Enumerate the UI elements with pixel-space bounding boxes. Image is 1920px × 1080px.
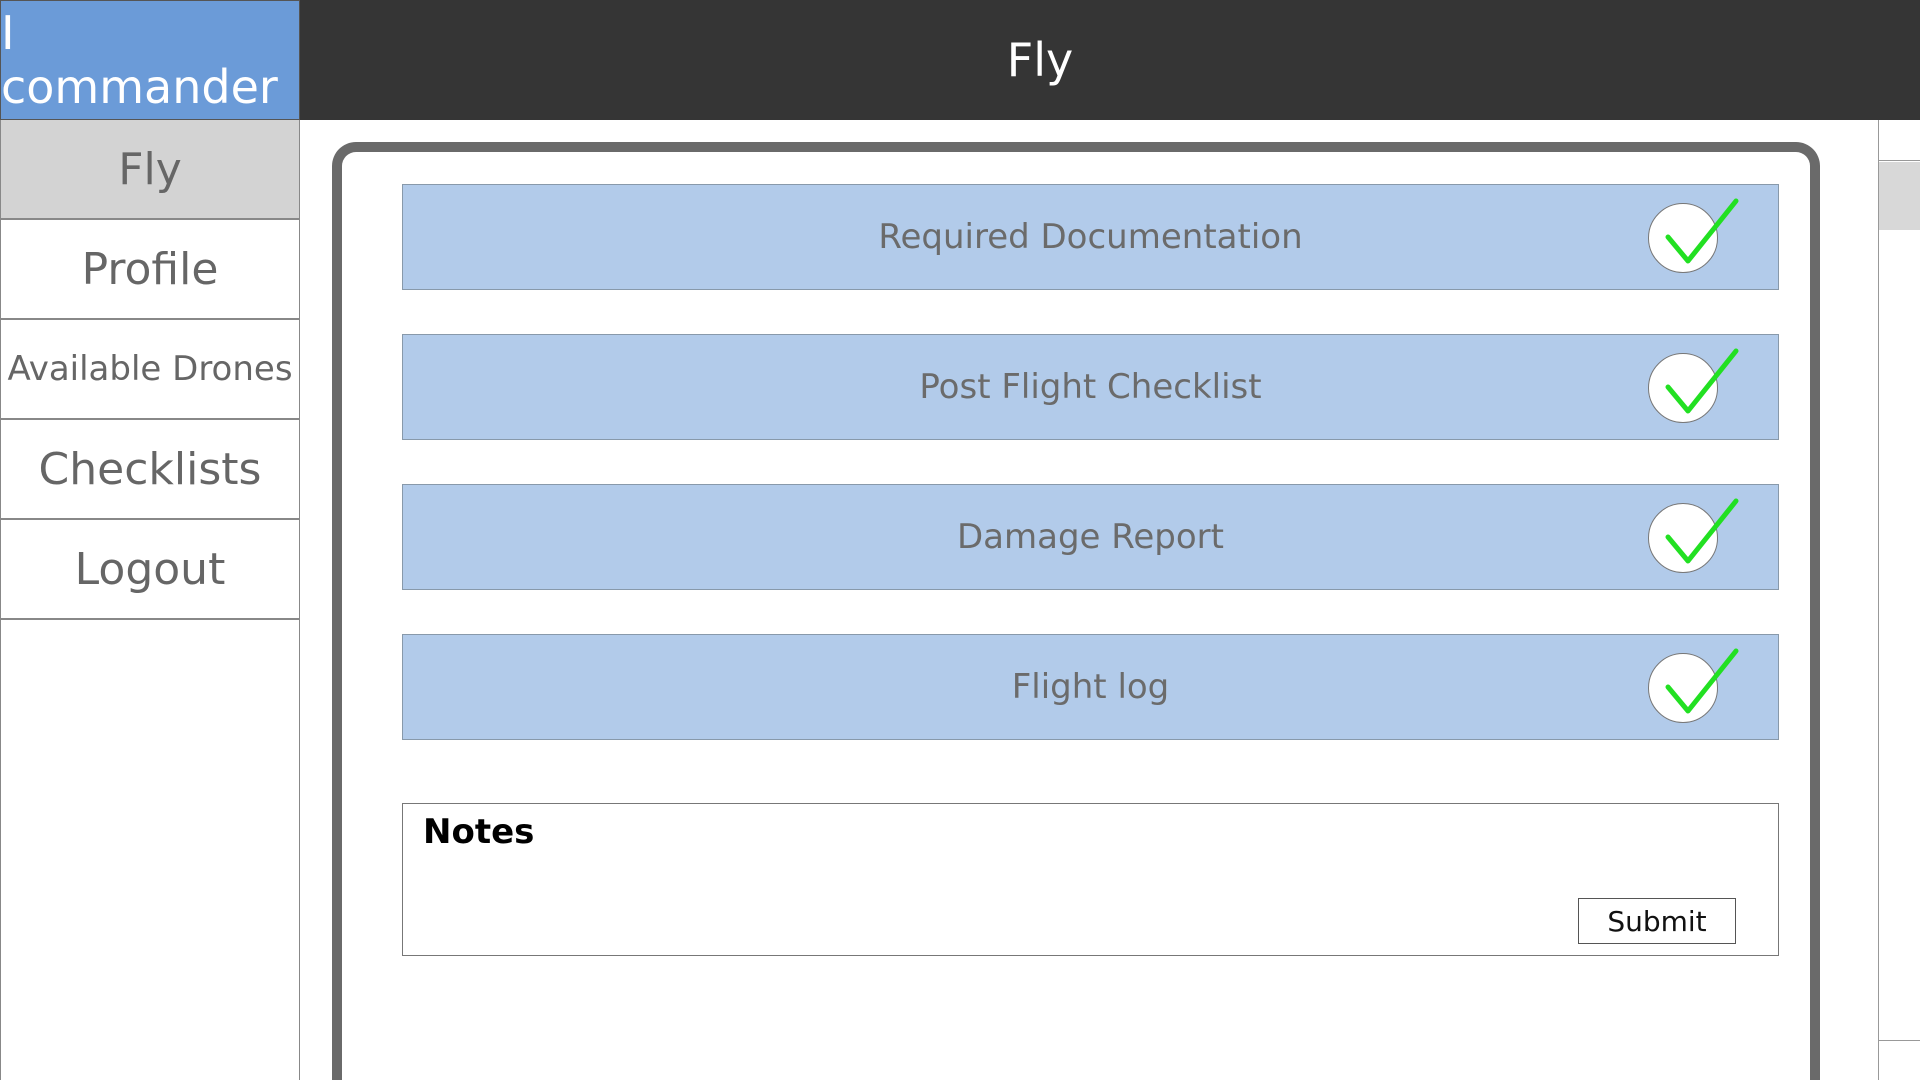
app-brand: I commander [0, 0, 300, 120]
check-icon [1665, 498, 1739, 564]
checklist-item-flight-log[interactable]: Flight log [402, 634, 1779, 740]
scrollbar-thumb[interactable] [1879, 162, 1920, 230]
sidebar-item-fly[interactable]: Fly [1, 120, 299, 220]
sidebar-item-label: Checklists [38, 443, 262, 495]
scrollbar-track-divider [1879, 160, 1920, 161]
sidebar-item-checklists[interactable]: Checklists [1, 420, 299, 520]
vertical-scrollbar[interactable] [1878, 120, 1920, 1080]
app-brand-label: I commander [1, 6, 278, 114]
checklist-item-label: Post Flight Checklist [919, 367, 1262, 407]
check-icon [1665, 198, 1739, 264]
sidebar-item-logout[interactable]: Logout [1, 520, 299, 620]
checklist-item-damage-report[interactable]: Damage Report [402, 484, 1779, 590]
sidebar-item-label: Profile [81, 243, 219, 295]
sidebar-item-label: Logout [74, 543, 226, 595]
page-title: Fly [1006, 33, 1074, 87]
sidebar-item-profile[interactable]: Profile [1, 220, 299, 320]
sidebar: Fly Profile Available Drones Checklists … [0, 120, 300, 1080]
checklist-item-label: Required Documentation [878, 217, 1303, 257]
notes-field[interactable]: Notes Submit [402, 803, 1779, 956]
sidebar-item-label: Fly [118, 143, 182, 195]
notes-title: Notes [423, 812, 535, 852]
scrollbar-track-divider [1879, 1040, 1920, 1041]
checklist-item-label: Damage Report [957, 517, 1224, 557]
checklist-item-label: Flight log [1011, 667, 1170, 707]
check-icon [1665, 648, 1739, 714]
checklist-item-required-documentation[interactable]: Required Documentation [402, 184, 1779, 290]
submit-button[interactable]: Submit [1578, 898, 1736, 944]
sidebar-item-label: Available Drones [7, 349, 293, 389]
check-icon [1665, 348, 1739, 414]
checklist-item-post-flight-checklist[interactable]: Post Flight Checklist [402, 334, 1779, 440]
sidebar-item-available-drones[interactable]: Available Drones [1, 320, 299, 420]
page-header: Fly [300, 0, 1920, 120]
app-window: I commander Fly Fly Profile Available Dr… [0, 0, 1920, 1080]
